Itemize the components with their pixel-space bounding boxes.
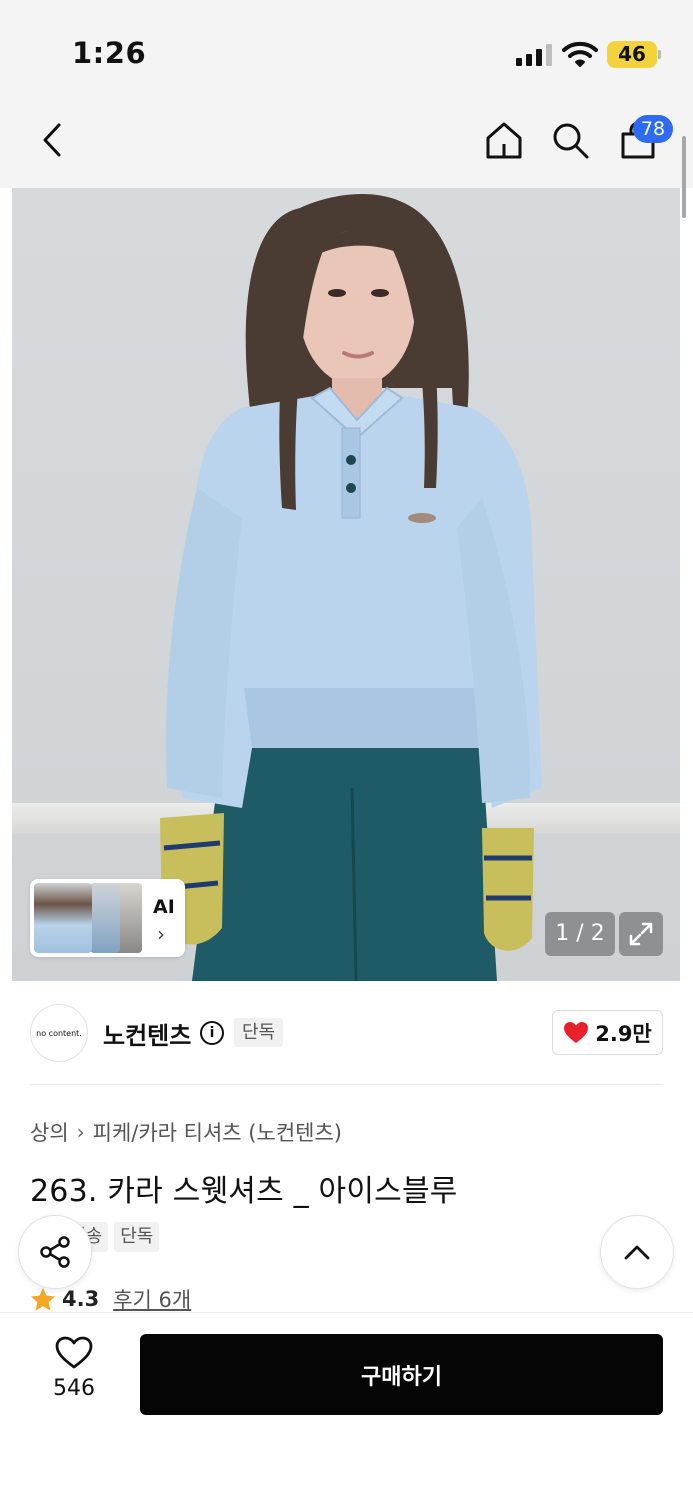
buy-button[interactable]: 구매하기 (140, 1334, 663, 1415)
brand-row: no content. 노컨텐츠 i 단독 2.9만 (30, 1002, 663, 1064)
image-page-indicator: 1 / 2 (545, 912, 615, 956)
home-icon (486, 122, 522, 159)
battery-indicator: 46 (607, 41, 657, 68)
wishlist-button[interactable]: 546 (40, 1336, 108, 1410)
tag-exclusive: 단독 (114, 1222, 160, 1252)
search-icon (553, 123, 589, 159)
expand-icon (629, 922, 653, 946)
back-icon (43, 123, 61, 157)
scrollbar[interactable] (682, 136, 686, 218)
chevron-right-icon: › (76, 1120, 85, 1144)
scroll-to-top-button[interactable] (600, 1215, 674, 1289)
status-time: 1:26 (72, 36, 147, 70)
battery-tip (658, 50, 661, 59)
exclusive-badge: 단독 (234, 1018, 284, 1047)
cart-count-badge: 78 (633, 115, 673, 143)
share-button[interactable] (18, 1215, 92, 1289)
brand-logo-text: no content. (36, 1028, 82, 1038)
back-button[interactable] (28, 116, 76, 164)
rating-value: 4.3 (62, 1287, 100, 1311)
model-illustration (160, 194, 542, 981)
wifi-icon (562, 40, 598, 68)
breadcrumb-subcategory[interactable]: 피케/카라 티셔츠 (노컨텐츠) (93, 1117, 342, 1147)
brand-name[interactable]: 노컨텐츠 (103, 1016, 191, 1051)
brand-logo[interactable]: no content. (30, 1004, 88, 1062)
ai-thumb-image-1 (34, 883, 92, 953)
breadcrumb: 상의 › 피케/카라 티셔츠 (노컨텐츠) (30, 1117, 342, 1147)
brand-like-count: 2.9만 (595, 1021, 652, 1046)
chevron-up-icon (624, 1245, 650, 1260)
divider (30, 1084, 663, 1085)
reviews-link[interactable]: 후기 6개 (113, 1284, 191, 1314)
ai-thumb-image-2 (90, 883, 120, 953)
breadcrumb-category[interactable]: 상의 (30, 1117, 69, 1147)
brand-like-button[interactable]: 2.9만 (552, 1010, 663, 1055)
wishlist-count: 546 (53, 1376, 95, 1401)
expand-image-button[interactable] (619, 912, 663, 956)
star-icon (31, 1287, 55, 1311)
chevron-right-icon: › (157, 922, 165, 946)
heart-icon (564, 1021, 589, 1043)
ai-label: AI (153, 896, 175, 918)
product-title: 263. 카라 스웻셔츠 _ 아이스블루 (30, 1174, 458, 1209)
home-button[interactable] (480, 116, 528, 164)
signal-icon (516, 44, 552, 66)
heart-outline-icon (55, 1336, 93, 1369)
nav-bar (0, 100, 693, 188)
ai-recommendation-card[interactable]: AI › (30, 879, 185, 957)
status-bar: 1:26 46 (0, 0, 693, 100)
share-icon (40, 1236, 70, 1268)
search-button[interactable] (546, 116, 594, 164)
product-image[interactable] (12, 188, 680, 981)
info-icon[interactable]: i (200, 1021, 224, 1045)
